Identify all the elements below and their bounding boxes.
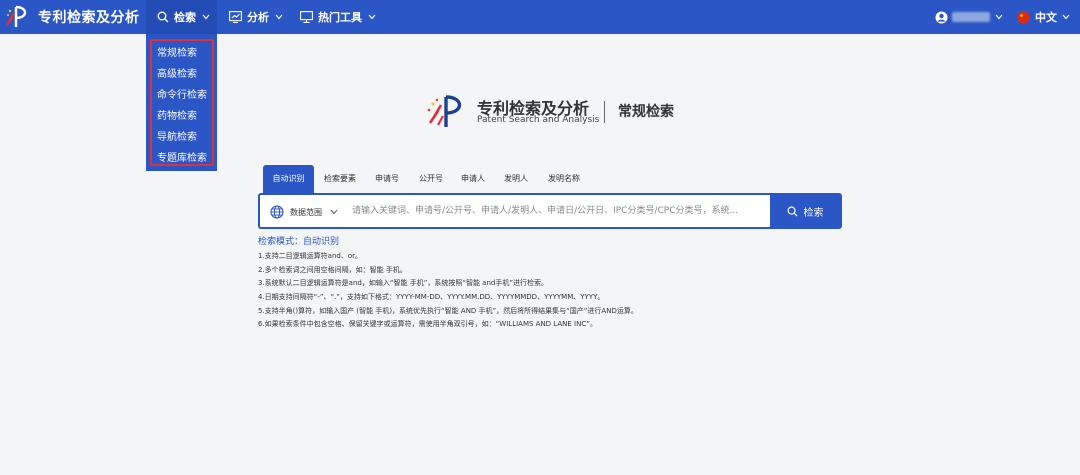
- nav-tools-label: 热门工具: [318, 11, 362, 24]
- nav-analysis[interactable]: 分析: [229, 0, 283, 34]
- logo-divider: [604, 101, 605, 123]
- search-dropdown-menu: 常规检索 高级检索 命令行检索 药物检索 导航检索 专题库检索: [146, 34, 217, 171]
- tab-application-number[interactable]: 申请号: [369, 165, 405, 193]
- tip-line: 5.支持半角()算符，如输入国产 (智能 手机)，系统优先执行“智能 AND 手…: [258, 306, 638, 315]
- menu-item-advanced-search[interactable]: 高级检索: [157, 65, 197, 80]
- tip-line: 6.如果检索条件中包含空格、保留关键字或运算符，需使用半角双引号，如：“WILL…: [258, 320, 597, 329]
- monitor-icon: [300, 11, 313, 23]
- search-input[interactable]: [352, 199, 762, 223]
- nav-search[interactable]: 检索: [146, 0, 217, 34]
- data-scope-select[interactable]: 数据范围: [270, 204, 338, 220]
- china-flag-icon: [1017, 11, 1030, 23]
- menu-item-regular-search[interactable]: 常规检索: [157, 44, 197, 59]
- tab-auto-detect[interactable]: 自动识别: [263, 165, 314, 193]
- menu-item-command-search[interactable]: 命令行检索: [157, 86, 207, 101]
- analysis-chart-icon: [229, 11, 242, 23]
- chevron-down-icon: [330, 209, 338, 215]
- patent-logo-icon: [427, 95, 462, 127]
- header-right: 中文: [935, 0, 1070, 34]
- center-logo: 专利检索及分析 Patent Search and Analysis 常规检索: [426, 95, 686, 131]
- page-title: 常规检索: [618, 104, 674, 120]
- chevron-down-icon: [275, 14, 283, 20]
- nav-analysis-label: 分析: [247, 11, 269, 24]
- brand-title: 专利检索及分析: [38, 10, 140, 26]
- globe-icon: [270, 205, 284, 219]
- nav-search-label: 检索: [174, 11, 196, 24]
- user-icon: [935, 11, 948, 23]
- top-bar: 专利检索及分析 检索 分析 热门工具 中文: [0, 0, 1080, 34]
- search-tips: 1.支持二目逻辑运算符and、or。 2.多个检索词之间用空格间隔，如：智能 手…: [258, 250, 818, 332]
- tab-invention-title[interactable]: 发明名称: [541, 165, 587, 193]
- tab-inventor[interactable]: 发明人: [498, 165, 534, 193]
- chevron-down-icon: [202, 14, 210, 20]
- language-switch[interactable]: 中文: [1017, 9, 1070, 25]
- chevron-down-icon: [1062, 14, 1070, 20]
- brand[interactable]: 专利检索及分析: [6, 5, 140, 29]
- language-label: 中文: [1035, 11, 1057, 24]
- logo-subtitle: Patent Search and Analysis: [477, 115, 600, 125]
- tab-applicant[interactable]: 申请人: [455, 165, 491, 193]
- nav-tools[interactable]: 热门工具: [300, 0, 376, 34]
- search-icon: [157, 11, 169, 23]
- tab-search-elements[interactable]: 检索要素: [319, 165, 361, 193]
- menu-item-navigation-search[interactable]: 导航检索: [157, 128, 197, 143]
- menu-item-drug-search[interactable]: 药物检索: [157, 107, 197, 122]
- search-box: 数据范围 检索: [258, 193, 842, 229]
- tip-line: 3.系统默认二目逻辑运算符是and，如输入“智能 手机”，系统按照“智能 and…: [258, 279, 548, 288]
- search-button-label: 检索: [803, 207, 824, 219]
- data-scope-label: 数据范围: [290, 207, 322, 217]
- user-name-blurred: [952, 12, 990, 22]
- tip-line: 2.多个检索词之间用空格间隔，如：智能 手机。: [258, 265, 407, 274]
- user-menu[interactable]: [935, 11, 1003, 24]
- search-icon: [787, 206, 798, 217]
- chevron-down-icon: [368, 14, 376, 20]
- tip-line: 1.支持二目逻辑运算符and、or。: [258, 252, 363, 260]
- patent-logo-icon: [6, 5, 27, 27]
- tip-line: 4.日期支持间隔符“-”、“.”，支持如下格式：YYYY-MM-DD、YYYY.…: [258, 293, 605, 302]
- menu-item-topic-search[interactable]: 专题库检索: [157, 149, 207, 164]
- chevron-down-icon: [995, 14, 1003, 20]
- tab-publication-number[interactable]: 公开号: [413, 165, 449, 193]
- search-button[interactable]: 检索: [770, 195, 840, 227]
- search-mode-label: 检索模式：自动识别: [258, 237, 340, 247]
